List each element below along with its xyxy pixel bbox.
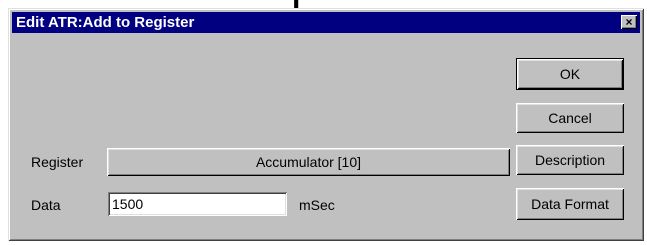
register-label: Register xyxy=(31,154,84,170)
data-label: Data xyxy=(31,197,61,213)
close-icon: × xyxy=(625,15,633,29)
register-select-button[interactable]: Accumulator [10] xyxy=(107,148,510,176)
cropped-top-text: ı xyxy=(0,0,647,8)
data-format-button[interactable]: Data Format xyxy=(516,188,624,220)
data-unit-label: mSec xyxy=(299,197,335,213)
description-button[interactable]: Description xyxy=(516,145,624,175)
title-bar[interactable]: Edit ATR:Add to Register × xyxy=(12,12,640,33)
cancel-button[interactable]: Cancel xyxy=(516,103,624,133)
edit-atr-dialog: Edit ATR:Add to Register × OK Cancel Des… xyxy=(8,8,644,241)
window-title: Edit ATR:Add to Register xyxy=(16,14,195,31)
data-input[interactable] xyxy=(108,192,287,216)
close-button[interactable]: × xyxy=(621,15,637,29)
register-value: Accumulator [10] xyxy=(255,154,362,170)
ok-button[interactable]: OK xyxy=(516,58,624,90)
